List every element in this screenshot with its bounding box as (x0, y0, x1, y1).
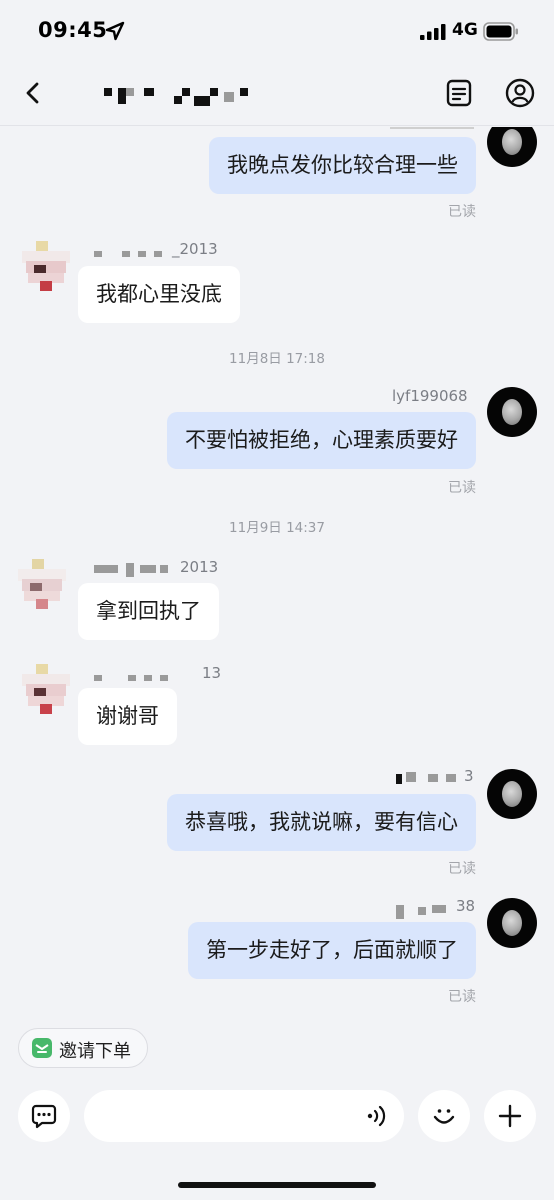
sender-name-obscured (392, 772, 462, 784)
sender-name: lyf199068 (392, 387, 468, 405)
message-input[interactable] (84, 1090, 404, 1142)
chat-title-obscured (100, 82, 260, 110)
read-status: 已读 (448, 480, 476, 496)
read-status: 已读 (448, 204, 476, 220)
signal-icon (420, 24, 446, 40)
read-status: 已读 (448, 861, 476, 877)
message-bubble-outgoing[interactable]: 恭喜哦，我就说嘛，要有信心 (167, 794, 476, 851)
read-status: 已读 (448, 989, 476, 1005)
avatar[interactable] (487, 769, 537, 819)
invite-order-button[interactable]: 邀请下单 (18, 1028, 148, 1068)
sender-name: 3 (464, 767, 474, 785)
message-bubble-outgoing[interactable]: 第一步走好了，后面就顺了 (188, 922, 476, 979)
order-list-icon[interactable] (443, 77, 475, 109)
message-bubble-incoming[interactable]: 拿到回执了 (78, 583, 219, 640)
more-actions-button[interactable] (484, 1090, 536, 1142)
sender-name-obscured (94, 251, 174, 261)
sender-name-obscured (94, 675, 204, 685)
avatar[interactable] (18, 559, 66, 609)
sender-name-obscured (390, 127, 474, 133)
status-bar: 09:45 4G (0, 0, 554, 62)
invite-order-label: 邀请下单 (59, 1041, 131, 1062)
avatar[interactable] (487, 898, 537, 948)
status-time: 09:45 (38, 18, 108, 42)
timestamp: 11月8日 17:18 (229, 351, 325, 367)
profile-icon[interactable] (504, 77, 536, 109)
home-indicator (178, 1182, 376, 1188)
location-arrow-icon (105, 21, 125, 41)
voice-icon[interactable] (366, 1104, 388, 1128)
message-bubble-incoming[interactable]: 我都心里没底 (78, 266, 240, 323)
avatar[interactable] (487, 127, 537, 167)
message-bubble-incoming[interactable]: 谢谢哥 (78, 688, 177, 745)
avatar[interactable] (22, 241, 70, 291)
back-icon[interactable] (18, 78, 48, 108)
emoji-button[interactable] (418, 1090, 470, 1142)
invite-icon (32, 1038, 52, 1058)
timestamp: 11月9日 14:37 (229, 520, 325, 536)
sender-name-obscured (396, 905, 456, 919)
chat-header (0, 62, 554, 126)
plus-icon (498, 1104, 522, 1128)
sender-name: _2013 (172, 240, 218, 258)
network-label: 4G (452, 20, 478, 40)
message-bubble-outgoing[interactable]: 不要怕被拒绝，心理素质要好 (167, 412, 476, 469)
sender-name-obscured (94, 563, 174, 577)
sender-name: 13 (202, 664, 222, 682)
emoji-icon (433, 1109, 455, 1124)
quick-reply-button[interactable] (18, 1090, 70, 1142)
sender-name: 2013 (180, 558, 219, 576)
message-bubble-outgoing[interactable]: 我晚点发你比较合理一些 (209, 137, 476, 194)
avatar[interactable] (22, 664, 70, 714)
chat-bubble-icon (31, 1104, 57, 1129)
battery-icon (483, 22, 518, 41)
sender-name: 38 (456, 897, 476, 915)
avatar[interactable] (487, 387, 537, 437)
chat-message-list[interactable]: 我晚点发你比较合理一些 已读 _2013 我都心里没底 11月8日 17:18 … (0, 127, 554, 1015)
